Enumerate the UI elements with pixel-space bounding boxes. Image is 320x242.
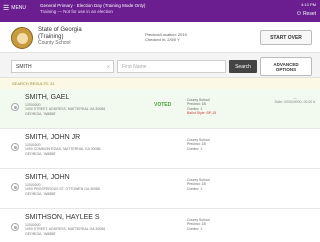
search-button[interactable]: Search [229, 60, 257, 73]
banner-line-1: General Primary · Election Day (Training… [40, 3, 146, 8]
election-banner: General Primary · Election Day (Training… [40, 3, 145, 14]
voter-city: GEORGIA, 'W8888' [25, 191, 56, 196]
expand-icon[interactable] [11, 223, 19, 231]
expand-icon[interactable] [11, 143, 19, 151]
state-seal-icon [11, 27, 33, 49]
voter-detail: County School Precinct: 1B Combo: 1 [187, 178, 210, 191]
reset-label: Reset [302, 11, 316, 17]
voter-city: GEORGIA, 'W8888' [25, 231, 56, 236]
voter-street: 1000 COMMON ROAD, MATTERHAL GA 30086 [25, 147, 101, 152]
expand-icon[interactable] [11, 183, 19, 191]
voter-row[interactable]: SMITH, JOHN 12000000 1000 PROSPEROUS ST,… [0, 169, 320, 209]
search-bar: SMITH ✕ First Name Search ADVANCED OPTION… [0, 52, 320, 78]
first-name-input[interactable]: First Name [117, 60, 226, 73]
menu-button[interactable]: ☰ MENU [3, 4, 27, 12]
precinct-line-2: Checked in: 2/0/0 Y [145, 37, 180, 42]
power-icon: ⏻ [296, 11, 301, 17]
voter-address: 12000000 1000 PROSPEROUS ST, OTTOWEN GA … [25, 183, 100, 196]
row-side-info: — Date: 00/00/0000, 00:00 A [271, 96, 319, 105]
results-count: SEARCH RESULTS: 31 [0, 78, 320, 89]
detail-combo: Combo: 1 [187, 186, 203, 191]
banner-line-2: Training — Not for use in an election [40, 8, 113, 14]
side-line-2: Date: 00/00/0000, 00:00 A [274, 100, 316, 105]
voter-row[interactable]: SMITH, JOHN JR 12000000 1000 COMMON ROAD… [0, 129, 320, 169]
org-line-1: State of Georgia [38, 27, 82, 33]
top-bar: ☰ MENU General Primary · Election Day (T… [0, 0, 320, 22]
voter-street: 1000 STREET, ADDRESS, MATTERHAL GA 30086 [25, 227, 106, 232]
last-name-value: SMITH [16, 63, 32, 70]
voter-name: SMITH, GAEL [25, 94, 70, 101]
last-name-input[interactable]: SMITH ✕ [11, 60, 114, 73]
voter-name: SMITH, JOHN JR [25, 134, 81, 141]
status-text: 4:13 PM [301, 2, 316, 7]
voted-status: VOTED [154, 102, 172, 108]
voter-address: 12000000 1000 STREET, ADDRESS, MATTERHAL… [25, 223, 105, 236]
expand-icon[interactable] [11, 103, 19, 111]
detail-ballot-style: Ballot Style: BP-15 [187, 110, 217, 115]
advanced-line-2: OPTIONS [275, 66, 297, 72]
voter-detail: County School Precinct: 1B Combo: 1 [187, 218, 210, 231]
voter-address: 12000000 1000 STREET, ADDRESS, MATTERHAL… [25, 103, 105, 116]
detail-combo: Combo: 1 [187, 226, 203, 231]
clear-x-icon[interactable]: ✕ [107, 64, 110, 69]
voter-street: 1000 PROSPEROUS ST, OTTOWEN GA 30086 [25, 187, 100, 192]
voter-street: 1000 STREET, ADDRESS, MATTERHAL GA 30086 [25, 107, 106, 112]
voter-detail: County School Precinct: 1B Combo: 1 Ball… [187, 98, 216, 115]
detail-combo: Combo: 1 [187, 146, 203, 151]
hamburger-menu-icon: ☰ [3, 4, 10, 12]
start-over-button[interactable]: START OVER [260, 30, 312, 45]
voter-city: GEORGIA, 'W8888' [25, 111, 56, 116]
county-name: County School [38, 40, 71, 46]
voter-address: 12000000 1000 COMMON ROAD, MATTERHAL GA … [25, 143, 100, 156]
voter-detail: County School Precinct: 1B Combo: 1 [187, 138, 210, 151]
advanced-options-button[interactable]: ADVANCED OPTIONS [260, 57, 312, 76]
reset-button[interactable]: ⏻ Reset [297, 11, 316, 17]
header: State of Georgia (Training) County Schoo… [0, 22, 320, 52]
menu-label: MENU [11, 5, 27, 11]
voter-name: SMITHSON, HAYLEE S [25, 214, 100, 221]
voter-row[interactable]: SMITH, GAEL 12000000 1000 STREET, ADDRES… [0, 89, 320, 129]
voter-name: SMITH, JOHN [25, 174, 70, 181]
organization: State of Georgia (Training) County Schoo… [38, 27, 82, 47]
precinct-info: Precinct/Location: 2019 Checked in: 2/0/… [145, 32, 187, 42]
voter-city: GEORGIA, 'W8888' [25, 151, 56, 156]
voter-row[interactable]: SMITHSON, HAYLEE S 12000000 1000 STREET,… [0, 209, 320, 242]
